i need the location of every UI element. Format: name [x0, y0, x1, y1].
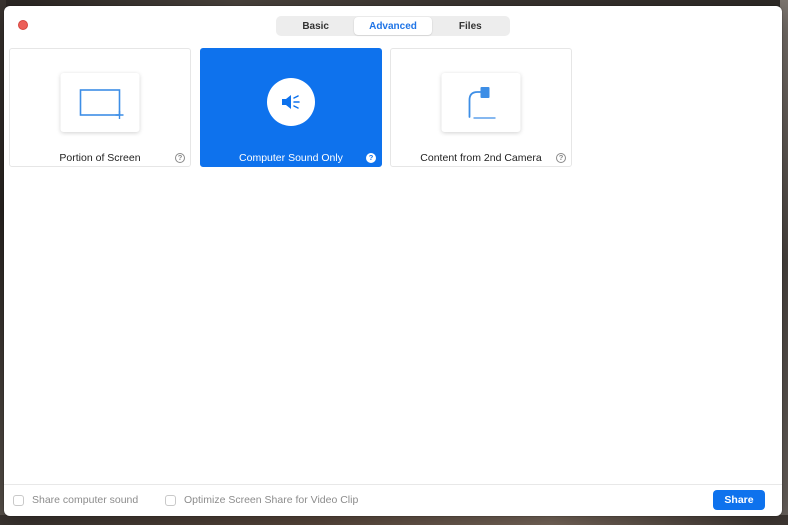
option-content-from-2nd-camera[interactable]: Content from 2nd Camera ?: [390, 48, 572, 167]
close-window-button[interactable]: [18, 20, 28, 30]
document-camera-icon: [468, 87, 496, 119]
checkbox-box[interactable]: [13, 494, 24, 506]
tab-files[interactable]: Files: [432, 17, 509, 35]
help-icon[interactable]: ?: [366, 153, 376, 163]
option-thumbnail: [267, 78, 315, 126]
checkbox-label: Share computer sound: [32, 494, 139, 506]
share-button[interactable]: Share: [713, 490, 765, 510]
option-computer-sound-only[interactable]: Computer Sound Only ?: [200, 48, 382, 167]
optimize-video-clip-checkbox[interactable]: Optimize Screen Share for Video Clip: [165, 494, 358, 506]
help-icon[interactable]: ?: [556, 153, 566, 163]
help-icon[interactable]: ?: [175, 153, 185, 163]
tab-bar: Basic Advanced Files: [276, 16, 510, 36]
footer-bar: Share computer sound Optimize Screen Sha…: [4, 484, 782, 516]
option-thumbnail: [441, 73, 521, 132]
share-screen-window: Basic Advanced Files Portion of Screen ?: [4, 6, 782, 516]
tab-advanced[interactable]: Advanced: [354, 17, 432, 35]
speaker-icon: [282, 95, 300, 109]
background-bottom-edge: [0, 515, 788, 525]
checkbox-box[interactable]: [165, 494, 176, 506]
option-portion-of-screen[interactable]: Portion of Screen ?: [9, 48, 191, 167]
option-label: Content from 2nd Camera: [420, 152, 542, 164]
option-thumbnail: [60, 73, 140, 132]
option-label: Computer Sound Only: [239, 152, 343, 164]
option-label: Portion of Screen: [59, 152, 141, 164]
portion-of-screen-icon: [79, 89, 124, 119]
checkbox-label: Optimize Screen Share for Video Clip: [184, 494, 359, 506]
tab-basic[interactable]: Basic: [277, 17, 354, 35]
share-computer-sound-checkbox[interactable]: Share computer sound: [13, 494, 138, 506]
